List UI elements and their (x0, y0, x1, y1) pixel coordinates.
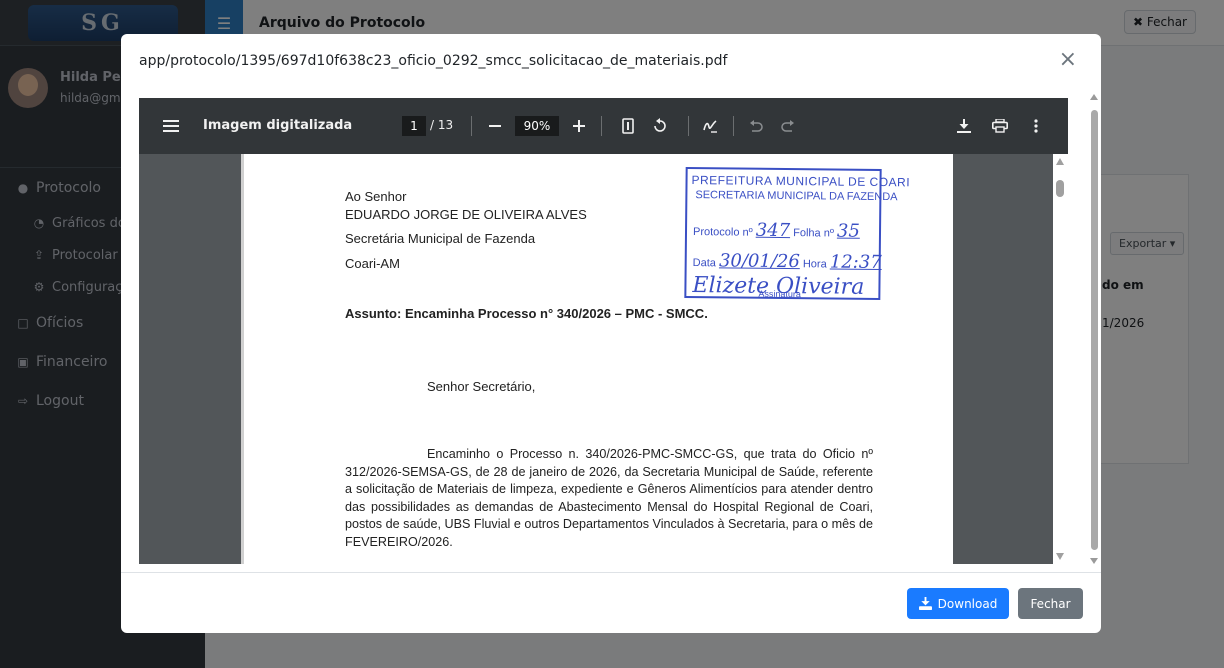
scroll-down-arrow-icon[interactable] (1056, 553, 1064, 560)
stamp-line-2: SECRETARIA MUNICIPAL DA FAZENDA (695, 189, 898, 204)
stamp-protocolo-row: Protocolo nº 347 Folha nº 35 (693, 219, 860, 242)
toolbar-divider (601, 116, 602, 136)
stamp-data-label: Data (692, 257, 716, 270)
pdf-page-input[interactable]: 1 (402, 116, 426, 136)
modal-scrollbar[interactable] (1087, 92, 1101, 566)
letter-recipient-name: EDUARDO JORGE DE OLIVEIRA ALVES (345, 207, 587, 222)
more-options-icon[interactable] (1026, 116, 1046, 136)
download-button-label: Download (937, 596, 998, 611)
stamp-folha-value: 35 (836, 220, 860, 242)
close-icon[interactable]: × (1059, 48, 1077, 72)
letter-body: Encaminho o Processo n. 340/2026-PMC-SMC… (345, 446, 873, 552)
zoom-out-icon[interactable] (485, 116, 505, 136)
undo-icon[interactable] (746, 116, 766, 136)
scroll-up-arrow-icon[interactable] (1090, 94, 1098, 100)
toolbar-divider (688, 116, 689, 136)
letter-greeting: Senhor Secretário, (427, 379, 536, 394)
pdf-modal: app/protocolo/1395/697d10f638c23_oficio_… (121, 34, 1101, 633)
print-icon[interactable] (990, 116, 1010, 136)
fit-to-page-icon[interactable] (618, 116, 638, 136)
download-icon (918, 597, 932, 610)
pdf-canvas[interactable]: Ao Senhor EDUARDO JORGE DE OLIVEIRA ALVE… (139, 154, 1068, 564)
letter-recipient-role: Secretária Municipal de Fazenda (345, 231, 536, 246)
stamp-assinatura-label: Assinatura (758, 288, 801, 300)
scroll-down-arrow-icon[interactable] (1090, 558, 1098, 564)
modal-title: app/protocolo/1395/697d10f638c23_oficio_… (139, 53, 728, 69)
pdf-scrollbar[interactable] (1053, 154, 1068, 564)
stamp-data-value: 30/01/26 (718, 250, 800, 273)
letter-body-text: Encaminho o Processo n. 340/2026-PMC-SMC… (345, 447, 873, 549)
pdf-document-title: Imagem digitalizada (203, 118, 353, 133)
stamp-folha-label: Folha nº (793, 227, 834, 240)
stamp-hora-value: 12:37 (829, 251, 882, 274)
letter-subject: Assunto: Encaminha Processo n° 340/2026 … (345, 306, 708, 321)
close-button[interactable]: Fechar (1018, 588, 1083, 619)
letter-salutation: Ao Senhor (345, 189, 407, 204)
stamp-protocolo-label: Protocolo nº (692, 226, 753, 239)
stamp-line-1: PREFEITURA MUNICIPAL DE COARI (691, 173, 911, 190)
stamp-protocolo-value: 347 (755, 219, 791, 242)
modal-footer: Download Fechar (121, 572, 1101, 633)
letter-recipient-city: Coari-AM (345, 256, 400, 271)
pdf-zoom-input[interactable]: 90% (515, 116, 559, 136)
pdf-page: Ao Senhor EDUARDO JORGE DE OLIVEIRA ALVE… (241, 154, 953, 564)
zoom-in-icon[interactable] (569, 116, 589, 136)
pdf-viewer: Imagem digitalizada 1 / 13 90% Ao Senhor… (139, 98, 1068, 564)
modal-header: app/protocolo/1395/697d10f638c23_oficio_… (121, 34, 1101, 88)
annotate-pen-icon[interactable] (700, 116, 720, 136)
scroll-up-arrow-icon[interactable] (1056, 158, 1064, 165)
redo-icon[interactable] (778, 116, 798, 136)
stamp-data-row: Data 30/01/26 Hora 12:37 (693, 250, 882, 273)
pdf-toolbar: Imagem digitalizada 1 / 13 90% (139, 98, 1068, 154)
toolbar-divider (733, 116, 734, 136)
download-icon[interactable] (954, 116, 974, 136)
protocol-stamp: PREFEITURA MUNICIPAL DE COARI SECRETARIA… (684, 166, 910, 301)
stamp-hora-label: Hora (802, 258, 827, 271)
pdf-scrollbar-thumb[interactable] (1056, 180, 1064, 197)
download-button[interactable]: Download (907, 588, 1009, 619)
pdf-page-total: / 13 (430, 118, 454, 132)
page-edge (241, 154, 244, 564)
modal-body: Imagem digitalizada 1 / 13 90% Ao Senhor… (121, 88, 1101, 572)
toolbar-divider (471, 116, 472, 136)
modal-scrollbar-thumb[interactable] (1091, 110, 1098, 550)
pdf-sidebar-menu-icon[interactable] (161, 116, 181, 136)
rotate-icon[interactable] (650, 116, 670, 136)
